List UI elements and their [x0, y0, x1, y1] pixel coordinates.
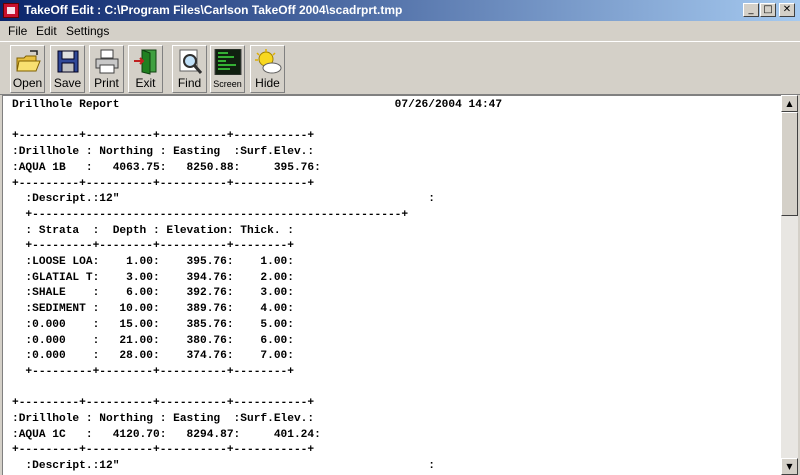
scroll-down-button[interactable]: ▼: [781, 458, 798, 475]
menu-settings[interactable]: Settings: [66, 24, 109, 38]
screen-button[interactable]: Screen: [210, 45, 245, 93]
sun-cloud-icon: [254, 49, 281, 74]
open-label: Open: [12, 76, 43, 90]
vertical-scrollbar[interactable]: ▲ ▼: [781, 95, 798, 475]
print-label: Print: [94, 76, 119, 90]
magnifier-icon: [179, 49, 202, 74]
find-button[interactable]: Find: [172, 45, 207, 93]
find-label: Find: [177, 76, 202, 90]
hide-button[interactable]: Hide: [250, 45, 285, 93]
print-button[interactable]: Print: [89, 45, 124, 93]
open-folder-icon: [15, 50, 41, 72]
exit-label: Exit: [135, 76, 156, 90]
save-button[interactable]: Save: [50, 45, 85, 93]
close-button[interactable]: ✕: [779, 3, 795, 17]
scroll-thumb[interactable]: [781, 112, 798, 216]
screen-label: Screen: [213, 79, 242, 89]
open-button[interactable]: Open: [10, 45, 45, 93]
hide-label: Hide: [255, 76, 280, 90]
menu-bar: File Edit Settings: [0, 21, 800, 41]
app-icon[interactable]: [3, 3, 19, 18]
floppy-disk-icon: [57, 50, 78, 73]
window-title: TakeOff Edit : C:\Program Files\Carlson …: [24, 3, 403, 17]
menu-edit[interactable]: Edit: [36, 24, 57, 38]
report-text-area[interactable]: Drillhole Report 07/26/2004 14:47 +-----…: [2, 95, 781, 475]
menu-file[interactable]: File: [8, 24, 27, 38]
exit-button[interactable]: Exit: [128, 45, 163, 93]
takeoff-edit-window: TakeOff Edit : C:\Program Files\Carlson …: [0, 0, 800, 475]
title-bar[interactable]: TakeOff Edit : C:\Program Files\Carlson …: [0, 0, 800, 21]
printer-icon: [95, 49, 118, 74]
toolbar: Open Save Print Exit Find Screen Hide: [0, 41, 800, 95]
report-content[interactable]: Drillhole Report 07/26/2004 14:47 +-----…: [3, 96, 781, 475]
maximize-button[interactable]: □: [760, 3, 776, 17]
screen-icon: [214, 49, 241, 75]
scroll-up-button[interactable]: ▲: [781, 95, 798, 112]
minimize-button[interactable]: _: [743, 3, 759, 17]
exit-door-icon: [133, 49, 156, 75]
save-label: Save: [53, 76, 82, 90]
